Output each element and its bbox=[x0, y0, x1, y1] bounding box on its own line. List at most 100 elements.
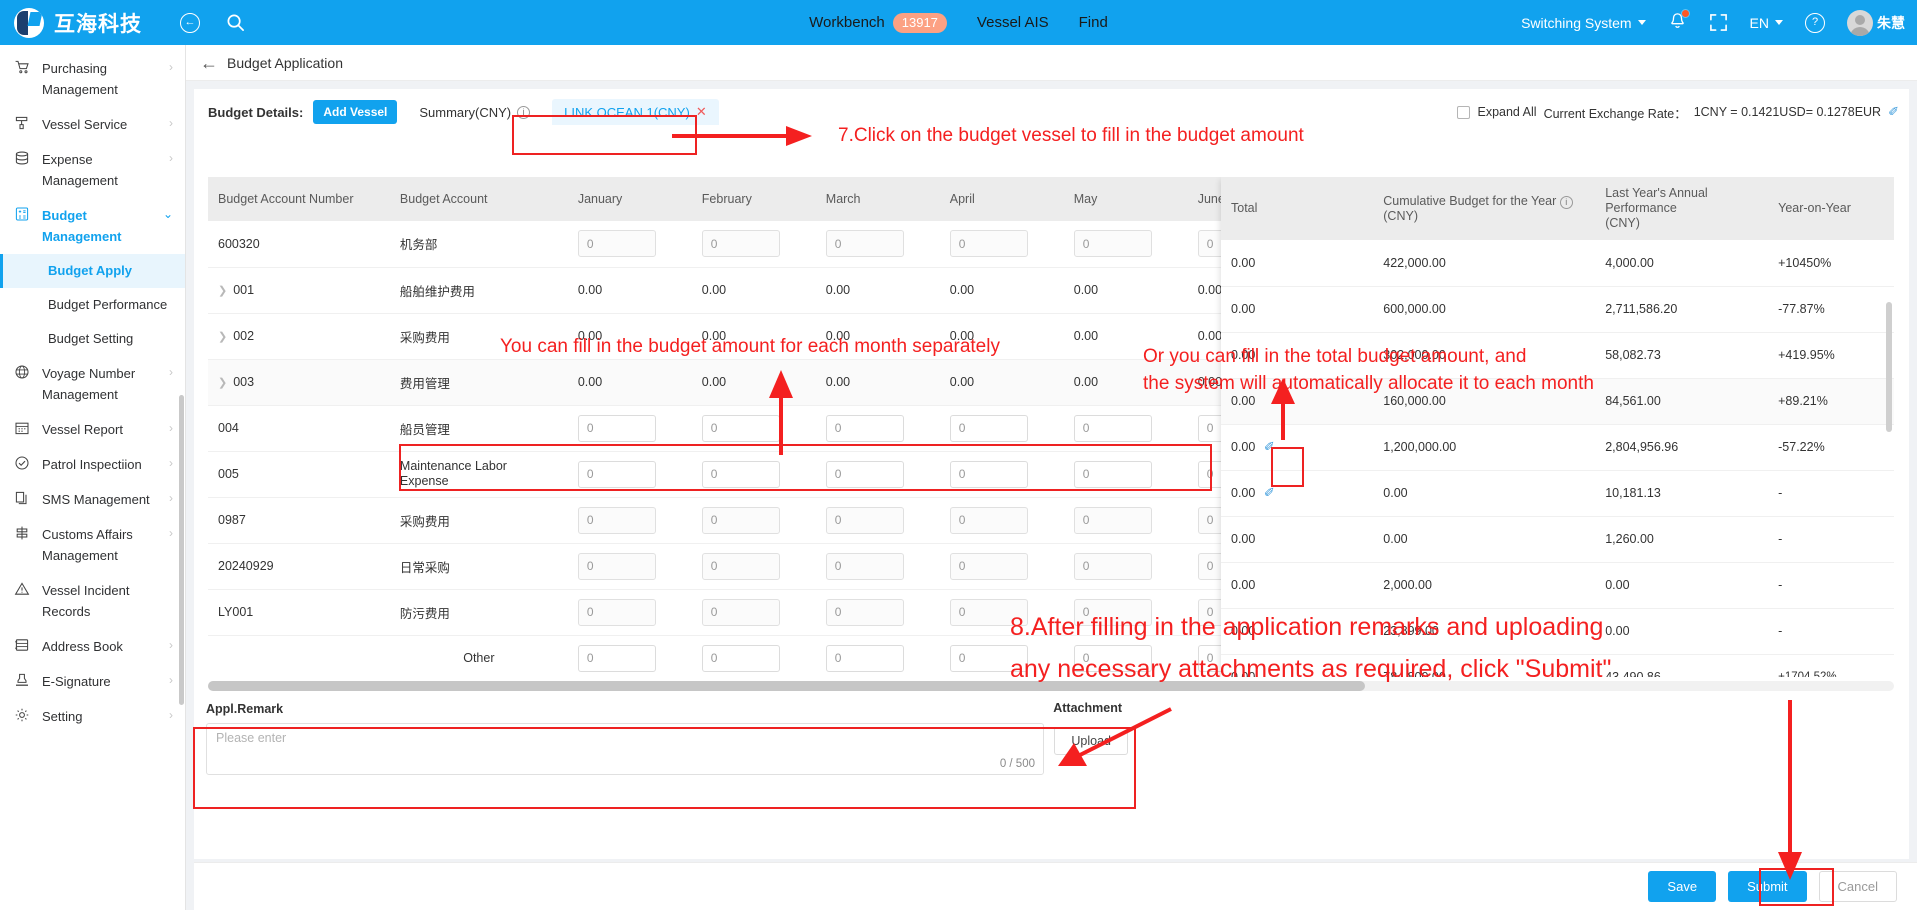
cell-month-march[interactable]: 0 bbox=[815, 543, 940, 590]
month-input[interactable]: 0 bbox=[577, 414, 656, 442]
cell-month-april[interactable]: 0 bbox=[939, 405, 1064, 452]
month-input[interactable]: 0 bbox=[701, 644, 780, 672]
month-input[interactable]: 0 bbox=[825, 460, 904, 488]
info-icon[interactable]: i bbox=[1559, 195, 1573, 209]
month-input[interactable]: 0 bbox=[949, 506, 1028, 534]
tab-summary-cny[interactable]: Summary(CNY) i bbox=[407, 100, 542, 125]
sidebar-item-vessel-incident-records[interactable]: Vessel Incident Records bbox=[0, 573, 185, 629]
submit-button[interactable]: Submit bbox=[1728, 871, 1807, 902]
expand-all-checkbox[interactable] bbox=[1457, 105, 1471, 119]
cell-month-january[interactable]: 0 bbox=[567, 635, 692, 677]
remark-textarea[interactable]: Please enter 0 / 500 bbox=[206, 723, 1044, 775]
cell-month-march[interactable]: 0 bbox=[815, 497, 940, 544]
table-vertical-scrollbar[interactable] bbox=[1886, 302, 1892, 432]
month-input[interactable]: 0 bbox=[577, 506, 656, 534]
month-input[interactable]: 0 bbox=[577, 644, 656, 672]
month-input[interactable]: 0 bbox=[701, 552, 780, 580]
edit-total-icon[interactable]: ✐ bbox=[1264, 439, 1275, 454]
table-horizontal-scrollbar[interactable] bbox=[208, 681, 1894, 691]
cell-month-february[interactable]: 0 bbox=[691, 405, 816, 452]
cell-month-april[interactable]: 0 bbox=[939, 543, 1064, 590]
month-input[interactable]: 0 bbox=[949, 644, 1028, 672]
cell-month-may[interactable]: 0 bbox=[1063, 589, 1188, 636]
notifications-button[interactable] bbox=[1668, 9, 1690, 34]
month-input[interactable]: 0 bbox=[701, 230, 780, 258]
scrollbar-thumb[interactable] bbox=[208, 681, 1365, 691]
cancel-button[interactable]: Cancel bbox=[1818, 871, 1897, 902]
table-row[interactable]: 0.00 302,000.00 58,082.73 +419.95% bbox=[1221, 332, 1894, 379]
sidebar-item-purchasing-management[interactable]: Purchasing Management › bbox=[0, 51, 185, 107]
cell-month-april[interactable]: 0 bbox=[939, 589, 1064, 636]
table-row[interactable]: 0.00 160,000.00 84,561.00 +89.21% bbox=[1221, 378, 1894, 425]
month-input[interactable]: 0 bbox=[949, 552, 1028, 580]
sidebar-item-budget-apply[interactable]: Budget Apply bbox=[0, 254, 185, 288]
table-row[interactable]: 0.00 0.00 1,260.00 - bbox=[1221, 516, 1894, 563]
cell-month-may[interactable]: 0 bbox=[1063, 451, 1188, 498]
sidebar-item-e-signature[interactable]: E-Signature › bbox=[0, 664, 185, 699]
sidebar-scrollbar[interactable] bbox=[179, 395, 184, 705]
chevron-right-icon[interactable]: ❯ bbox=[218, 285, 227, 297]
help-icon[interactable]: ? bbox=[1805, 12, 1825, 33]
chevron-right-icon[interactable]: ❯ bbox=[218, 331, 227, 343]
sidebar-item-budget-performance[interactable]: Budget Performance bbox=[0, 288, 185, 322]
table-row[interactable]: 0.00 2,000.00 0.00 - bbox=[1221, 562, 1894, 609]
cell-month-march[interactable]: 0 bbox=[815, 221, 940, 268]
month-input[interactable]: 0 bbox=[701, 460, 780, 488]
back-circle-icon[interactable]: ← bbox=[180, 12, 200, 33]
sidebar-item-vessel-service[interactable]: Vessel Service › bbox=[0, 107, 185, 142]
month-input[interactable]: 0 bbox=[701, 414, 780, 442]
info-icon[interactable]: i bbox=[517, 105, 531, 119]
sidebar-item-address-book[interactable]: Address Book › bbox=[0, 629, 185, 664]
nav-workbench[interactable]: Workbench 13917 bbox=[809, 12, 947, 33]
table-row[interactable]: 0.00 784,800.00 43,490.86 +1704.52% bbox=[1221, 654, 1894, 677]
table-row[interactable]: 0.00 ✐ 1,200,000.00 2,804,956.96 -57.22% bbox=[1221, 424, 1894, 471]
month-input[interactable]: 0 bbox=[577, 460, 656, 488]
table-row[interactable]: 0.00 600,000.00 2,711,586.20 -77.87% bbox=[1221, 286, 1894, 333]
sidebar-item-budget-setting[interactable]: Budget Setting bbox=[0, 322, 185, 356]
cell-month-may[interactable]: 0 bbox=[1063, 635, 1188, 677]
edit-total-icon[interactable]: ✐ bbox=[1264, 485, 1275, 500]
month-input[interactable]: 0 bbox=[825, 230, 904, 258]
cell-month-april[interactable]: 0 bbox=[939, 451, 1064, 498]
cell-month-february[interactable]: 0 bbox=[691, 451, 816, 498]
cell-month-april[interactable]: 0 bbox=[939, 497, 1064, 544]
switching-system-button[interactable]: Switching System bbox=[1521, 15, 1646, 31]
cell-month-march[interactable]: 0 bbox=[815, 589, 940, 636]
table-row[interactable]: 0.00 422,000.00 4,000.00 +10450% bbox=[1221, 240, 1894, 287]
cell-account-number[interactable]: ❯ 002 bbox=[208, 313, 390, 360]
cell-month-may[interactable]: 0 bbox=[1063, 497, 1188, 544]
cell-month-march[interactable]: 0 bbox=[815, 451, 940, 498]
month-input[interactable]: 0 bbox=[949, 460, 1028, 488]
sidebar-item-sms-management[interactable]: SMS Management › bbox=[0, 482, 185, 517]
sidebar-item-customs-affairs-management[interactable]: Customs Affairs Management › bbox=[0, 517, 185, 573]
cell-month-april[interactable]: 0 bbox=[939, 221, 1064, 268]
month-input[interactable]: 0 bbox=[825, 644, 904, 672]
user-menu[interactable]: 朱慧 bbox=[1847, 9, 1905, 36]
cell-month-february[interactable]: 0 bbox=[691, 497, 816, 544]
sidebar-item-budget-management[interactable]: Budget Management ⌄ bbox=[0, 198, 185, 254]
cell-month-may[interactable]: 0 bbox=[1063, 221, 1188, 268]
cell-month-february[interactable]: 0 bbox=[691, 589, 816, 636]
month-input[interactable]: 0 bbox=[825, 506, 904, 534]
sidebar-item-expense-management[interactable]: Expense Management › bbox=[0, 142, 185, 198]
month-input[interactable]: 0 bbox=[701, 598, 780, 626]
month-input[interactable]: 0 bbox=[949, 230, 1028, 258]
month-input[interactable]: 0 bbox=[1073, 460, 1152, 488]
cell-month-january[interactable]: 0 bbox=[567, 221, 692, 268]
close-icon[interactable]: ✕ bbox=[696, 104, 707, 120]
month-input[interactable]: 0 bbox=[949, 598, 1028, 626]
cell-month-february[interactable]: 0 bbox=[691, 221, 816, 268]
month-input[interactable]: 0 bbox=[701, 506, 780, 534]
month-input[interactable]: 0 bbox=[1073, 230, 1152, 258]
search-icon[interactable] bbox=[226, 13, 245, 32]
month-input[interactable]: 0 bbox=[1073, 506, 1152, 534]
month-input[interactable]: 0 bbox=[577, 552, 656, 580]
month-input[interactable]: 0 bbox=[577, 230, 656, 258]
sidebar-item-setting[interactable]: Setting › bbox=[0, 699, 185, 734]
month-input[interactable]: 0 bbox=[1073, 644, 1152, 672]
edit-exchange-rate-icon[interactable]: ✐ bbox=[1888, 104, 1899, 120]
sidebar-item-voyage-number-management[interactable]: Voyage Number Management › bbox=[0, 356, 185, 412]
cell-month-march[interactable]: 0 bbox=[815, 635, 940, 677]
cell-month-april[interactable]: 0 bbox=[939, 635, 1064, 677]
table-row[interactable]: 0.00 23,899.00 0.00 - bbox=[1221, 608, 1894, 655]
